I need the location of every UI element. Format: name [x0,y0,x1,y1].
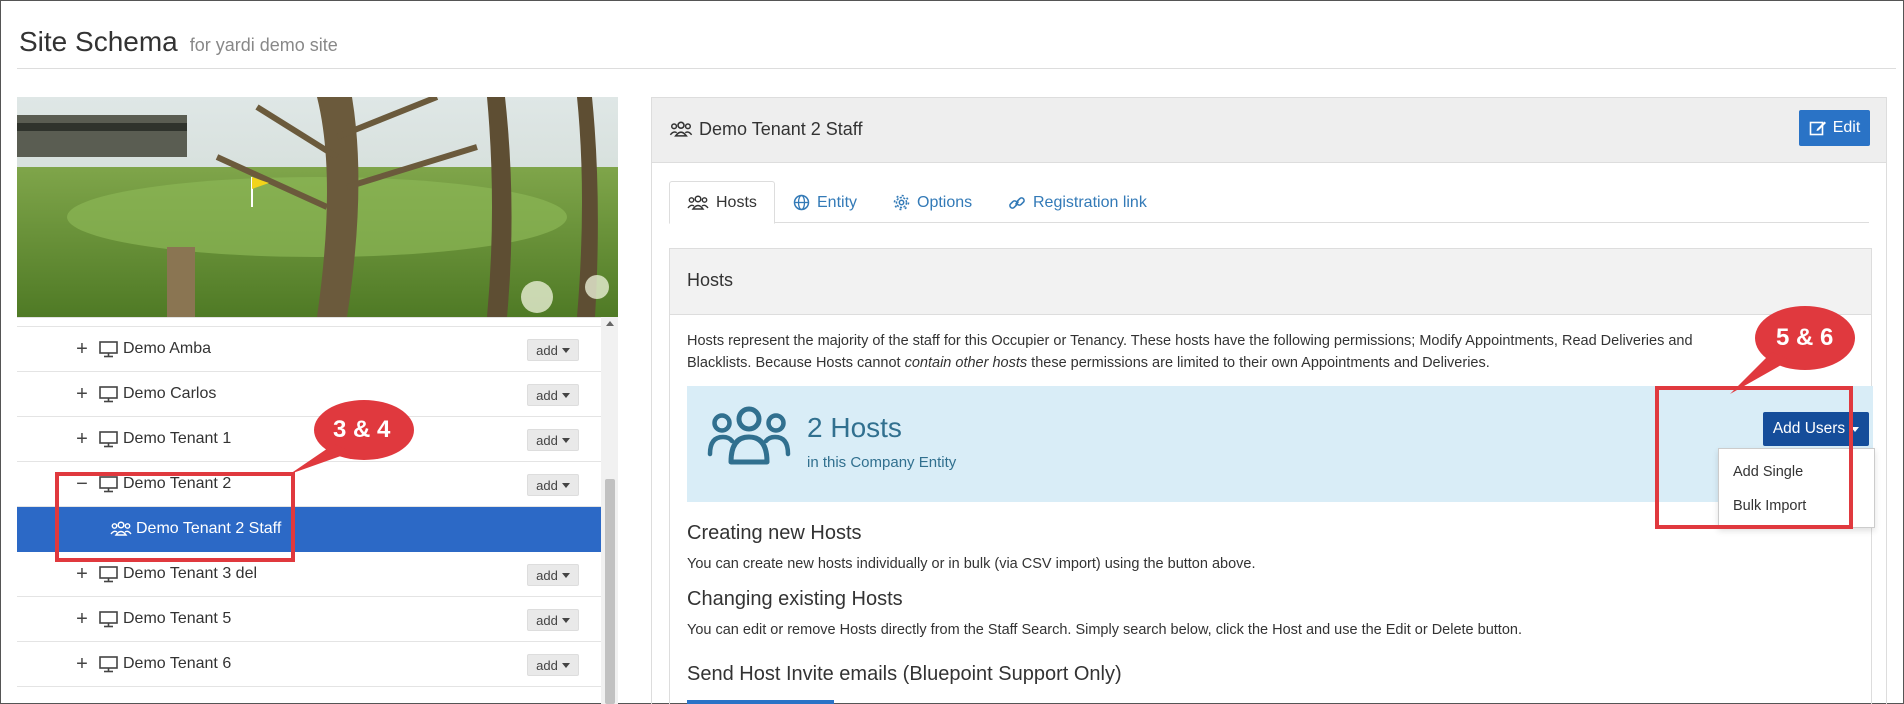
add-label: add [536,387,558,403]
tab-bar: Hosts Entity Options Registration link [669,181,1869,224]
description-line-1: Hosts represent the majority of the staf… [687,333,1693,349]
caret-down-icon [561,392,570,398]
panel-header: Demo Tenant 2 Staff Edit [652,98,1886,163]
send-invite-button[interactable] [687,700,834,704]
add-dropdown-button[interactable]: add [527,384,579,406]
add-label: add [536,432,558,448]
callout-bubble-shape [1730,306,1855,394]
link-icon [1009,196,1025,209]
monitor-icon [99,656,118,673]
description-text: Blacklists. Because Hosts cannot [687,355,905,371]
globe-icon [793,194,810,211]
expand-icon[interactable]: + [75,429,89,449]
add-label: add [536,567,558,583]
add-label: add [536,612,558,628]
tab-hosts[interactable]: Hosts [669,181,775,224]
hosts-count: 2 Hosts [807,412,902,443]
site-photo [17,97,618,317]
add-dropdown-button[interactable]: add [527,654,579,676]
panel-title: Demo Tenant 2 Staff [669,119,862,140]
caret-down-icon [561,572,570,578]
highlight-box-5-6 [1655,386,1853,529]
tab-label: Hosts [716,193,757,211]
tree-label[interactable]: Demo Carlos [123,385,216,403]
changing-hosts-heading: Changing existing Hosts [687,588,903,610]
expand-icon[interactable]: + [75,384,89,404]
send-invite-heading: Send Host Invite emails (Bluepoint Suppo… [687,663,1122,685]
callout-5-6: 5 & 6 [1722,302,1872,402]
caret-down-icon [561,617,570,623]
hosts-description: Hosts represent the majority of the staf… [687,330,1867,374]
tree-row[interactable]: + Demo Tenant 5 add [17,597,601,642]
users-icon [669,121,693,137]
caret-down-icon [561,662,570,668]
highlight-box-3-4 [55,472,295,562]
add-dropdown-button[interactable]: add [527,339,579,361]
page-title: Site Schema [19,26,178,57]
tree-row[interactable]: + Demo Tenant 6 add [17,642,601,687]
tree-label[interactable]: Demo Amba [123,340,211,358]
edit-label: Edit [1832,119,1861,136]
tab-label: Entity [817,193,858,211]
caret-down-icon [561,482,570,488]
add-label: add [536,342,558,358]
tree-scrollbar[interactable] [601,317,618,704]
users-icon [707,406,791,465]
expand-icon[interactable]: + [75,654,89,674]
hosts-subtext: in this Company Entity [807,454,957,471]
tab-registration-link[interactable]: Registration link [1008,181,1147,224]
tab-label: Registration link [1033,193,1147,211]
hosts-box-header: Hosts [670,249,1871,315]
edit-button[interactable]: Edit [1799,110,1870,146]
description-line-2: Blacklists. Because Hosts cannot contain… [687,352,1867,374]
expand-icon[interactable]: + [75,564,89,584]
tab-label: Options [917,193,973,211]
callout-label: 5 & 6 [1776,324,1834,351]
users-icon [687,194,709,210]
callout-label: 3 & 4 [333,416,391,443]
tree-label[interactable]: Demo Tenant 3 del [123,565,257,583]
scroll-thumb[interactable] [605,479,615,704]
creating-hosts-heading: Creating new Hosts [687,522,862,544]
add-dropdown-button[interactable]: add [527,564,579,586]
add-label: add [536,657,558,673]
monitor-icon [99,566,118,583]
tree-row[interactable]: + Demo Amba add [17,327,601,372]
description-text: these permissions are limited to their o… [1027,355,1490,371]
page-header: Site Schema for yardi demo site [19,26,338,58]
expand-icon[interactable]: + [75,609,89,629]
monitor-icon [99,431,118,448]
add-dropdown-button[interactable]: add [527,474,579,496]
monitor-icon [99,341,118,358]
description-emphasis: contain other hosts [904,355,1028,371]
changing-hosts-text: You can edit or remove Hosts directly fr… [687,622,1522,638]
tab-entity[interactable]: Entity [793,181,857,224]
caret-down-icon [561,347,570,353]
caret-down-icon [561,437,570,443]
scroll-up-arrow-icon[interactable] [606,321,614,326]
callout-3-4: 3 & 4 [282,396,422,484]
monitor-icon [99,611,118,628]
gear-icon [893,194,910,211]
header-divider [17,68,1896,69]
creating-hosts-text: You can create new hosts individually or… [687,556,1256,572]
tree-row-partial[interactable] [17,318,601,327]
add-dropdown-button[interactable]: add [527,609,579,631]
monitor-icon [99,386,118,403]
panel-title-text: Demo Tenant 2 Staff [699,119,863,139]
tree-label[interactable]: Demo Tenant 6 [123,655,231,673]
tree-label[interactable]: Demo Tenant 1 [123,430,231,448]
expand-icon[interactable]: + [75,339,89,359]
hosts-box-title: Hosts [687,270,734,290]
edit-icon [1809,121,1826,136]
tree-label[interactable]: Demo Tenant 5 [123,610,231,628]
tab-options[interactable]: Options [893,181,972,224]
page-subtitle: for yardi demo site [189,35,338,55]
add-label: add [536,477,558,493]
add-dropdown-button[interactable]: add [527,429,579,451]
